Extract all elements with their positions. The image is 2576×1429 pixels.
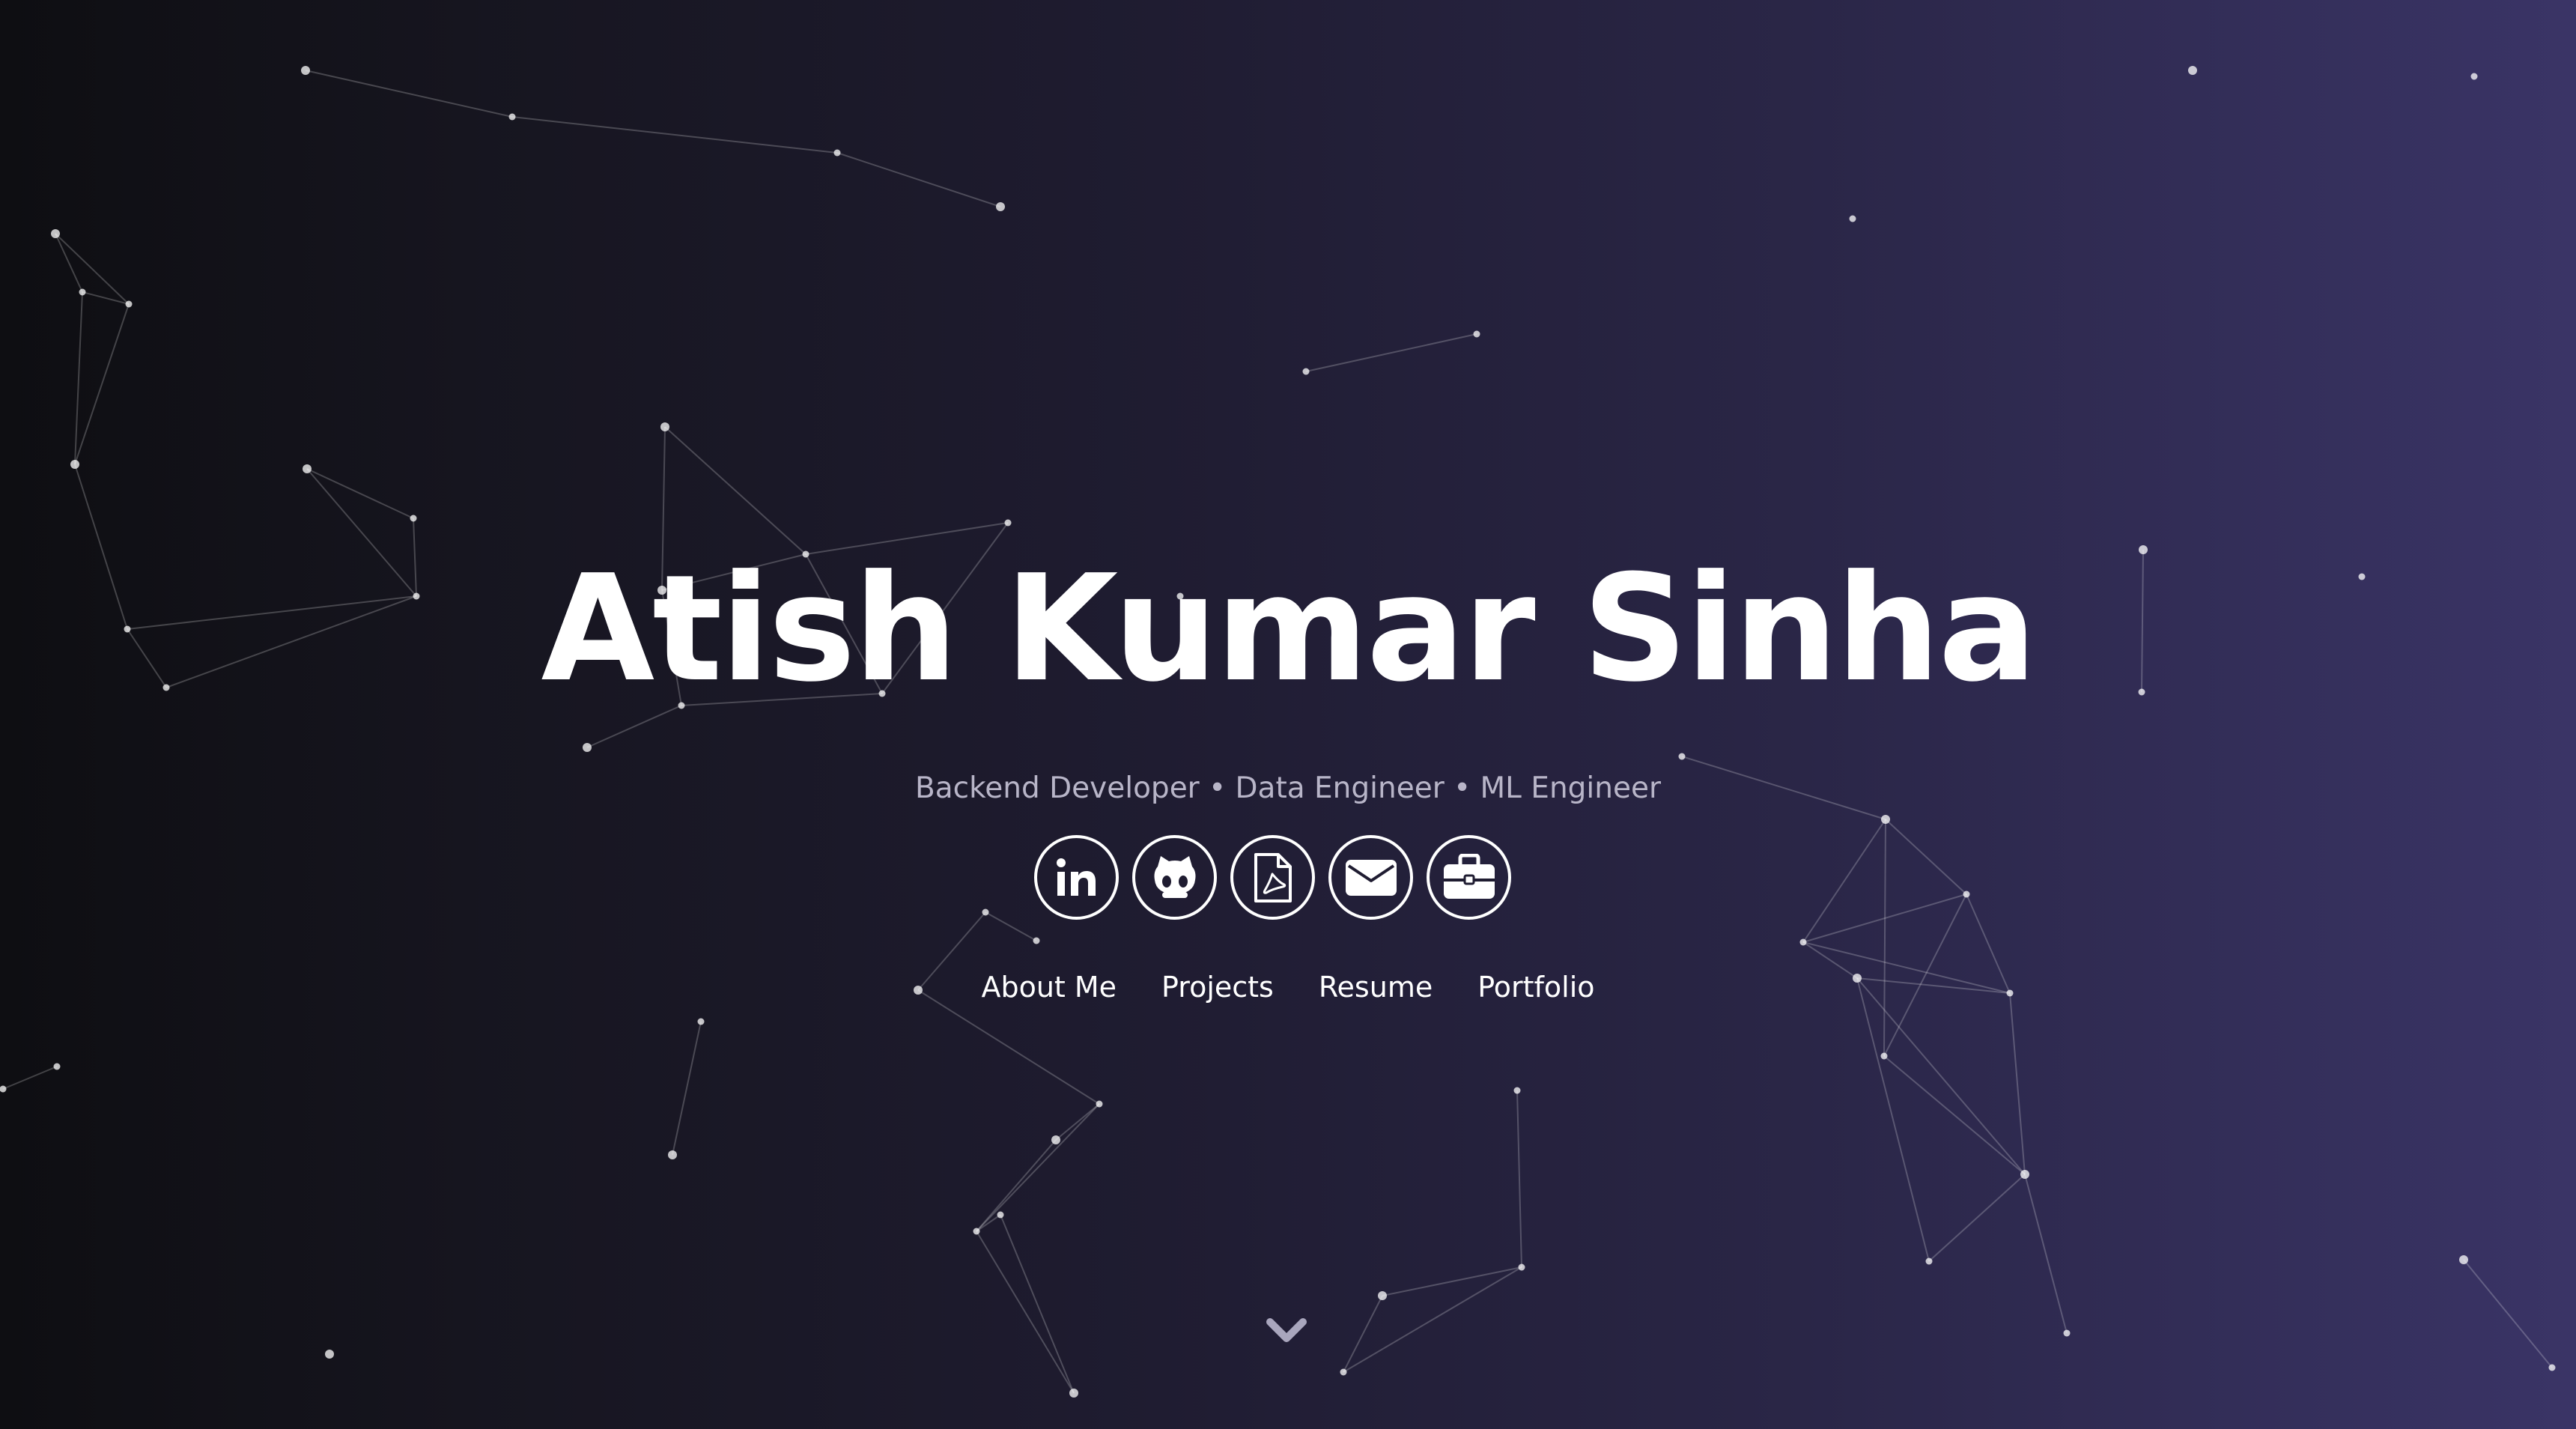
briefcase-icon [1443,853,1495,899]
main-nav: About Me Projects Resume Portfolio [0,966,2576,1008]
social-links [1034,835,1543,926]
nav-resume[interactable]: Resume [1319,966,1433,1008]
portfolio-button[interactable] [1427,835,1511,920]
tagline: Backend Developer • Data Engineer • ML E… [914,771,1661,805]
page-title: Atish Kumar Sinha [541,544,2037,714]
pdf-resume-icon [1254,852,1292,902]
nav-projects[interactable]: Projects [1161,966,1274,1008]
email-button[interactable] [1328,835,1413,920]
linkedin-button[interactable] [1034,835,1119,920]
nav-portfolio[interactable]: Portfolio [1477,966,1594,1008]
nav-about-me[interactable]: About Me [981,966,1117,1008]
chevron-down-icon [1266,1318,1307,1342]
github-icon [1154,855,1195,898]
resume-pdf-button[interactable] [1230,835,1315,920]
github-button[interactable] [1132,835,1217,920]
email-icon [1345,859,1397,896]
hero-section: Atish Kumar Sinha Backend Developer • Da… [0,0,2576,1429]
scroll-down-button[interactable] [1266,1314,1307,1347]
linkedin-icon [1056,858,1096,896]
